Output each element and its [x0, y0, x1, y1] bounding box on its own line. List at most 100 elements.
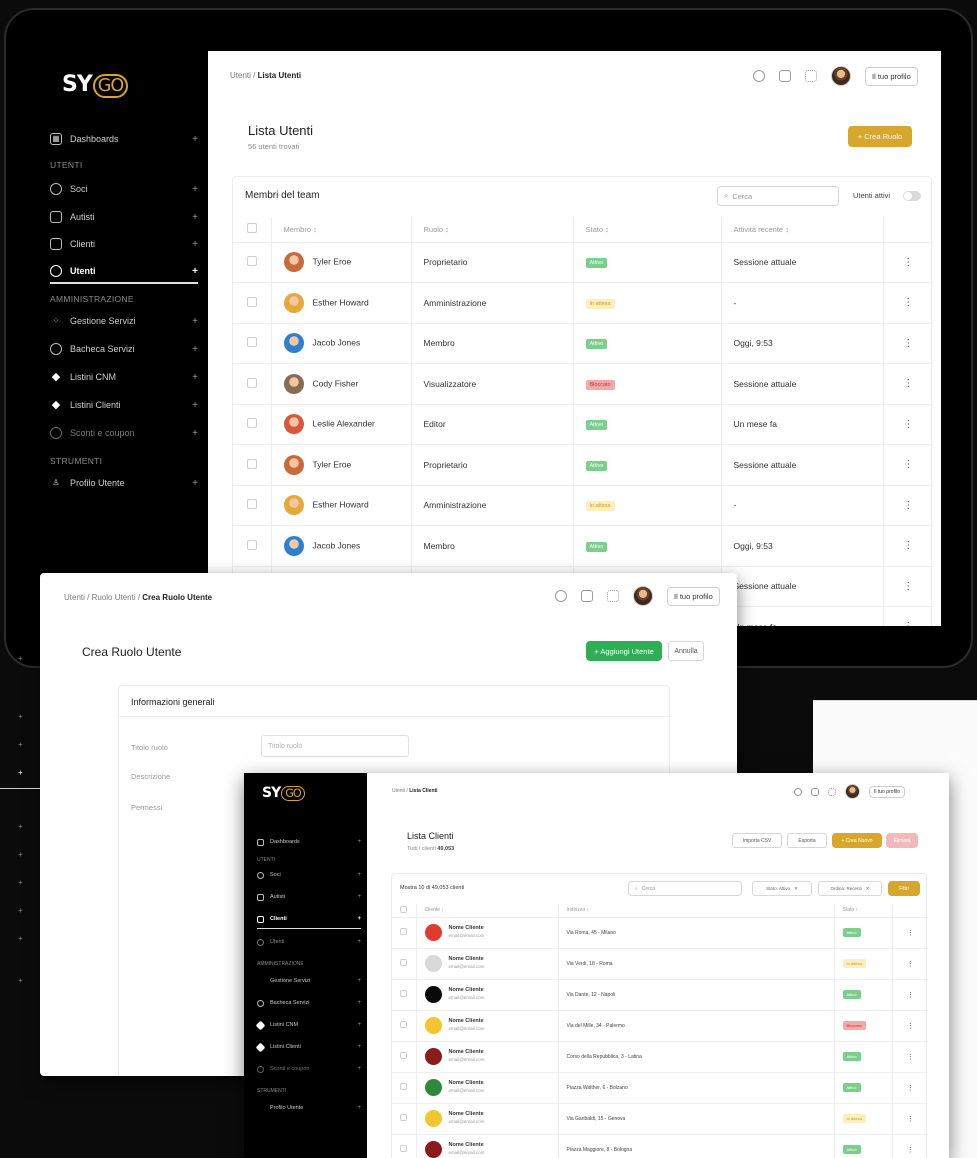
create-role-button[interactable]: + Crea Ruolo — [848, 126, 912, 147]
apps-grid-icon[interactable] — [607, 590, 619, 602]
import-csv-button[interactable]: Importa CSV — [732, 833, 782, 848]
table-row[interactable]: Cody Fisher Visualizzatore Bloccato Session… — [233, 363, 933, 405]
create-client-button[interactable]: + Crea Nuovo — [832, 833, 882, 848]
sidebar-item-utenti[interactable]: Utenti + — [257, 936, 361, 948]
active-users-toggle[interactable] — [903, 191, 921, 201]
sidebar-item-autisti[interactable]: Autisti + — [257, 891, 361, 903]
col-attivita[interactable]: Attività recente ↕ — [721, 217, 884, 243]
col-indirizzo[interactable]: Indirizzo ↕ — [558, 904, 835, 918]
sidebar-item-sconti[interactable]: Sconti e coupon + — [50, 423, 198, 443]
sidebar-item-clienti[interactable]: Clienti + — [257, 913, 361, 925]
table-row[interactable]: Nome Cliente email@email.com Piazza Maggio… — [392, 1134, 928, 1158]
table-row[interactable]: Nome Cliente email@email.com Corso della R… — [392, 1041, 928, 1073]
profile-button[interactable]: Il tuo profilo — [869, 785, 905, 798]
more-menu-icon[interactable]: ⋮ — [892, 1134, 928, 1158]
close-icon[interactable]: ✕ — [794, 886, 798, 892]
search-input[interactable]: ⌕ Cerca — [717, 186, 839, 206]
more-menu-icon[interactable]: ⋮ — [883, 444, 933, 486]
cancel-button[interactable]: Annulla — [668, 641, 704, 661]
col-membro[interactable]: Membro ↕ — [271, 217, 412, 243]
sidebar-item-profilo-utente[interactable]: ♙ Profilo Utente + — [50, 473, 198, 493]
filter-sort-pill[interactable]: Ordina: Recenti ✕ — [818, 881, 882, 896]
col-stato[interactable]: Stato ↕ — [573, 217, 722, 243]
row-checkbox[interactable] — [400, 1114, 408, 1121]
row-checkbox[interactable] — [400, 959, 408, 966]
row-checkbox[interactable] — [246, 499, 257, 510]
calendar-icon[interactable] — [581, 590, 593, 602]
sidebar-item-sconti[interactable]: Sconti e coupon + — [257, 1063, 361, 1075]
row-checkbox[interactable] — [246, 337, 257, 348]
search-icon[interactable] — [753, 70, 765, 82]
table-row[interactable]: Nome Cliente email@email.com Via del Mille… — [392, 1010, 928, 1042]
table-row[interactable]: Nome Cliente email@email.com Via Roma, 45 … — [392, 917, 928, 949]
search-icon[interactable] — [555, 590, 567, 602]
row-checkbox[interactable] — [400, 928, 408, 935]
row-checkbox[interactable] — [246, 296, 257, 307]
row-checkbox[interactable] — [400, 1052, 408, 1059]
row-checkbox[interactable] — [246, 458, 257, 469]
sidebar-item-listini-clienti[interactable]: Listini Clienti + — [255, 1041, 361, 1053]
more-menu-icon[interactable]: ⋮ — [892, 1072, 928, 1104]
export-button[interactable]: Esporta — [787, 833, 827, 848]
row-checkbox[interactable] — [246, 418, 257, 429]
filters-button[interactable]: Filtri — [888, 881, 920, 896]
apps-grid-icon[interactable] — [828, 787, 836, 796]
sidebar-item-dashboards[interactable]: ▦ Dashboards + — [50, 129, 198, 149]
avatar[interactable] — [633, 586, 653, 606]
more-menu-icon[interactable]: ⋮ — [892, 1103, 928, 1135]
apps-grid-icon[interactable] — [805, 70, 817, 82]
breadcrumb-utenti[interactable]: Utenti — [64, 593, 85, 602]
row-checkbox[interactable] — [400, 1021, 408, 1028]
row-checkbox[interactable] — [246, 377, 257, 388]
sidebar-item-gestione-servizi[interactable]: Gestione Servizi + — [257, 975, 361, 987]
table-row[interactable]: Nome Cliente email@email.com Piazza Walthe… — [392, 1072, 928, 1104]
sidebar-item-listini-clienti[interactable]: ◆ Listini Clienti + — [50, 395, 198, 415]
more-menu-icon[interactable]: ⋮ — [892, 1010, 928, 1042]
more-menu-icon[interactable]: ⋮ — [892, 948, 928, 980]
more-menu-icon[interactable]: ⋮ — [883, 282, 933, 324]
table-row[interactable]: Tyler Eroe Proprietario Attivo Sessione att… — [233, 444, 933, 486]
table-row[interactable]: Jacob Jones Membro Attivo Oggi, 9:53 ⋮ — [233, 323, 933, 364]
more-menu-icon[interactable]: ⋮ — [892, 1041, 928, 1073]
avatar[interactable] — [831, 66, 851, 86]
row-checkbox[interactable] — [400, 1083, 408, 1090]
table-row[interactable]: Jacob Jones Membro Attivo Oggi, 9:53 ⋮ — [233, 525, 933, 567]
sidebar-item-soci[interactable]: Soci + — [257, 869, 361, 881]
more-menu-icon[interactable]: ⋮ — [883, 323, 933, 364]
table-row[interactable]: Esther Howard Amministrazione In attesa - ⋮ — [233, 485, 933, 526]
search-input[interactable]: ⌕ Cerca — [628, 881, 742, 896]
close-icon[interactable]: ✕ — [866, 886, 870, 892]
calendar-icon[interactable] — [779, 70, 791, 82]
row-checkbox[interactable] — [400, 990, 408, 997]
table-row[interactable]: Esther Howard Amministrazione In attesa - ⋮ — [233, 282, 933, 324]
row-checkbox[interactable] — [246, 539, 257, 550]
sidebar-item-bacheca-servizi[interactable]: Bacheca Servizi + — [50, 339, 198, 359]
search-icon[interactable] — [794, 787, 802, 796]
more-menu-icon[interactable]: ⋮ — [883, 566, 933, 607]
more-menu-icon[interactable]: ⋮ — [883, 525, 933, 567]
breadcrumb-parent[interactable]: Utenti — [230, 71, 251, 80]
more-menu-icon[interactable]: ⋮ — [892, 979, 928, 1011]
calendar-icon[interactable] — [811, 787, 819, 796]
sidebar-item-dashboards[interactable]: Dashboards + — [257, 836, 361, 848]
avatar[interactable] — [845, 784, 860, 799]
sidebar-item-listini-cnm[interactable]: ◆ Listini CNM + — [50, 367, 198, 387]
sidebar-item-autisti[interactable]: Autisti + — [50, 207, 198, 227]
sidebar-item-clienti[interactable]: Clienti + — [50, 234, 198, 254]
role-title-input[interactable]: Titolo ruolo — [261, 735, 409, 757]
sidebar-item-profilo-utente[interactable]: Profilo Utente + — [257, 1102, 361, 1114]
row-checkbox[interactable] — [400, 1145, 408, 1152]
filter-status-pill[interactable]: Stato: Attivo ✕ — [752, 881, 812, 896]
table-row[interactable]: Tyler Eroe Proprietario Attivo Sessione att… — [233, 242, 933, 283]
select-all-checkbox[interactable] — [400, 905, 408, 913]
more-menu-icon[interactable]: ⋮ — [883, 404, 933, 445]
delete-button[interactable]: Elimina — [886, 833, 918, 848]
more-menu-icon[interactable]: ⋮ — [883, 485, 933, 526]
sidebar-item-soci[interactable]: Soci + — [50, 179, 198, 199]
table-row[interactable]: Leslie Alexander Editor Attivo Un mese fa ⋮ — [233, 404, 933, 445]
sidebar-item-listini-cnm[interactable]: Listini CNM + — [255, 1019, 361, 1031]
sidebar-item-gestione-servizi[interactable]: ⁘ Gestione Servizi + — [50, 311, 198, 331]
col-cliente[interactable]: Cliente ↕ — [416, 904, 559, 918]
breadcrumb-ruolo-utenti[interactable]: Ruolo Utenti — [92, 593, 136, 602]
add-user-button[interactable]: + Aggiungi Utente — [586, 641, 662, 661]
